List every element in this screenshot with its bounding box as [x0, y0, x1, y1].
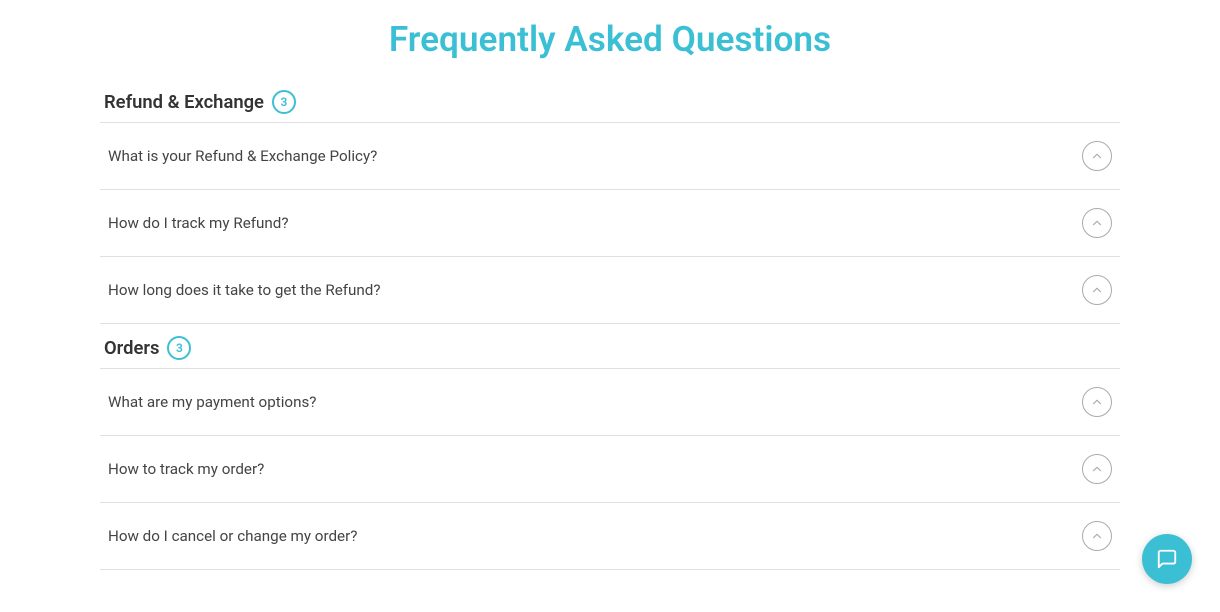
faq-question-q6: How do I cancel or change my order? — [108, 527, 357, 545]
faq-list-orders: What are my payment options? How to trac… — [100, 368, 1120, 570]
chevron-button-q4[interactable] — [1082, 387, 1112, 417]
section-title-orders: Orders — [104, 338, 159, 359]
section-badge-refund-exchange: 3 — [272, 90, 296, 114]
chevron-button-q2[interactable] — [1082, 208, 1112, 238]
chevron-up-icon — [1090, 283, 1104, 297]
faq-question-q5: How to track my order? — [108, 460, 264, 478]
faq-item-q1[interactable]: What is your Refund & Exchange Policy? — [100, 123, 1120, 190]
chevron-up-icon — [1090, 395, 1104, 409]
faq-list-refund-exchange: What is your Refund & Exchange Policy? H… — [100, 122, 1120, 324]
chevron-button-q6[interactable] — [1082, 521, 1112, 551]
faq-item-q2[interactable]: How do I track my Refund? — [100, 190, 1120, 257]
faq-item-q6[interactable]: How do I cancel or change my order? — [100, 503, 1120, 570]
faq-question-q3: How long does it take to get the Refund? — [108, 281, 381, 299]
chevron-button-q1[interactable] — [1082, 141, 1112, 171]
chevron-up-icon — [1090, 462, 1104, 476]
faq-question-q1: What is your Refund & Exchange Policy? — [108, 147, 377, 165]
chat-fab-button[interactable] — [1142, 534, 1192, 584]
section-header-refund-exchange: Refund & Exchange 3 — [100, 90, 1120, 114]
faq-item-q5[interactable]: How to track my order? — [100, 436, 1120, 503]
chevron-button-q5[interactable] — [1082, 454, 1112, 484]
chevron-button-q3[interactable] — [1082, 275, 1112, 305]
faq-question-q2: How do I track my Refund? — [108, 214, 289, 232]
section-refund-exchange: Refund & Exchange 3 What is your Refund & … — [100, 90, 1120, 324]
chevron-up-icon — [1090, 216, 1104, 230]
faq-question-q4: What are my payment options? — [108, 393, 316, 411]
section-orders: Orders 3 What are my payment options? How … — [100, 336, 1120, 570]
chat-icon — [1156, 548, 1178, 570]
section-title-refund-exchange: Refund & Exchange — [104, 92, 264, 113]
section-badge-orders: 3 — [167, 336, 191, 360]
faq-item-q3[interactable]: How long does it take to get the Refund? — [100, 257, 1120, 324]
page-title: Frequently Asked Questions — [100, 0, 1120, 90]
faq-item-q4[interactable]: What are my payment options? — [100, 369, 1120, 436]
section-header-orders: Orders 3 — [100, 336, 1120, 360]
chevron-up-icon — [1090, 529, 1104, 543]
chevron-up-icon — [1090, 149, 1104, 163]
